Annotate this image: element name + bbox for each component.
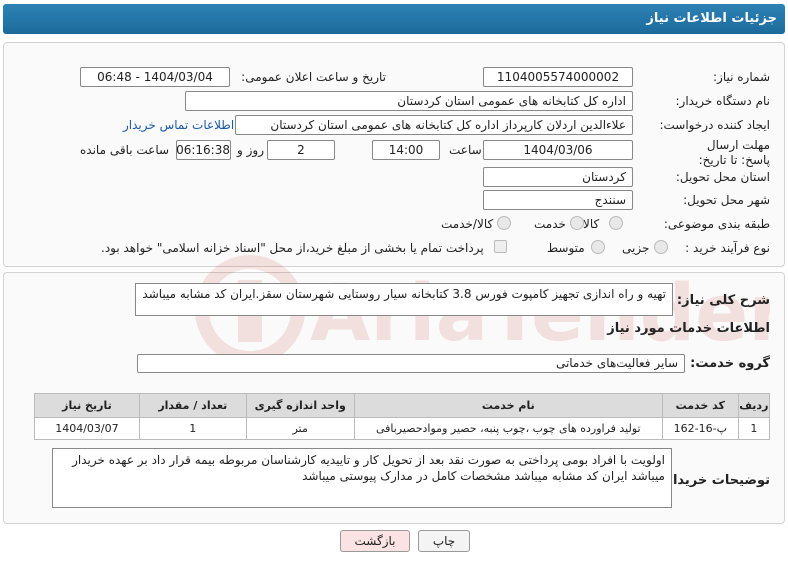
col-service-name: نام خدمت <box>353 393 663 418</box>
buyer-notes-label: توضیحات خریدار: <box>660 473 770 488</box>
cell-unit: متر <box>245 417 355 440</box>
need-number-label: شماره نیاز: <box>713 70 770 84</box>
subject-goods-service-label: کالا/خدمت <box>441 217 494 231</box>
days-field: 2 <box>267 140 335 160</box>
requester-field: علاءالدین اردلان کارپرداز اداره کل کتابخ… <box>235 115 633 135</box>
subject-service-label: خدمت <box>534 217 566 231</box>
need-number-field: 1104005574000002 <box>483 67 633 87</box>
subject-class-label: طبقه بندی موضوعی: <box>663 217 770 231</box>
cell-service-name: تولید فراورده های چوب ،چوب پنبه، حصیر وم… <box>353 417 663 440</box>
deadline-date-field: 1404/03/06 <box>483 140 633 160</box>
col-row-number: ردیف <box>737 393 771 418</box>
remaining-time-field: 06:16:38 <box>176 140 231 160</box>
delivery-province-label: استان محل تحویل: <box>675 170 770 184</box>
col-service-code: کد خدمت <box>661 393 739 418</box>
print-button[interactable]: چاپ <box>418 530 470 552</box>
buyer-org-label: نام دستگاه خریدار: <box>675 94 771 108</box>
buyer-org-field: اداره کل کتابخانه های عمومی استان کردستا… <box>185 91 633 111</box>
announce-datetime-label: تاریخ و ساعت اعلان عمومی: <box>241 70 386 84</box>
treasury-payment-note: پرداخت تمام یا بخشی از مبلغ خرید،از محل … <box>101 241 484 255</box>
remaining-time-label: ساعت باقی مانده <box>80 143 170 157</box>
table-row: 1 پ-16-162 تولید فراورده های چوب ،چوب پن… <box>34 417 771 440</box>
purchase-minor-label: جزیی <box>622 241 650 255</box>
reply-deadline-label: مهلت ارسال پاسخ: تا تاریخ: <box>698 138 770 167</box>
table-header-row: ردیف کد خدمت نام خدمت واحد اندازه گیری ت… <box>34 393 771 418</box>
province-field: کردستان <box>483 167 633 187</box>
service-group-field: سایر فعالیت‌های خدماتی <box>137 354 685 373</box>
purchase-medium-radio[interactable] <box>591 240 605 254</box>
back-button[interactable]: بازگشت <box>340 530 410 552</box>
subject-goods-service-radio[interactable] <box>497 216 511 230</box>
subject-goods-radio[interactable] <box>609 216 623 230</box>
subject-service-radio[interactable] <box>570 216 584 230</box>
cell-service-code: پ-16-162 <box>661 417 739 440</box>
buyer-contact-link[interactable]: اطلاعات تماس خریدار <box>123 118 234 132</box>
days-label: روز و <box>237 143 264 157</box>
page-title: جزئیات اطلاعات نیاز <box>646 11 777 26</box>
general-description-label: شرح کلی نیاز: <box>676 293 770 308</box>
deadline-time-field: 14:00 <box>372 140 440 160</box>
page-header: جزئیات اطلاعات نیاز <box>3 4 785 34</box>
cell-need-date: 1404/03/07 <box>34 417 140 440</box>
subject-goods-label: کالا <box>583 217 600 231</box>
buyer-notes-field: اولویت با افراد بومی پرداختی به صورت نقد… <box>52 448 672 508</box>
deadline-time-label: ساعت <box>449 143 482 157</box>
col-quantity: تعداد / مقدار <box>138 393 247 418</box>
purchase-type-label: نوع فرآیند خرید : <box>685 241 770 255</box>
city-field: سنندج <box>483 190 633 210</box>
treasury-payment-checkbox[interactable] <box>494 240 507 253</box>
col-need-date: تاریخ نیاز <box>34 393 140 418</box>
purchase-minor-radio[interactable] <box>654 240 668 254</box>
services-table: ردیف کد خدمت نام خدمت واحد اندازه گیری ت… <box>34 393 771 440</box>
services-info-heading: اطلاعات خدمات مورد نیاز <box>607 321 770 336</box>
delivery-city-label: شهر محل تحویل: <box>683 193 770 207</box>
purchase-medium-label: متوسط <box>547 241 585 255</box>
announce-datetime-field: 1404/03/04 - 06:48 <box>80 67 230 87</box>
general-description-field: تهیه و راه اندازی تجهیز کامپوت فورس 3.8 … <box>135 283 673 316</box>
col-unit: واحد اندازه گیری <box>245 393 355 418</box>
cell-row-number: 1 <box>737 417 771 440</box>
cell-quantity: 1 <box>138 417 247 440</box>
service-group-label: گروه خدمت: <box>690 356 770 371</box>
requester-label: ایجاد کننده درخواست: <box>659 118 770 132</box>
